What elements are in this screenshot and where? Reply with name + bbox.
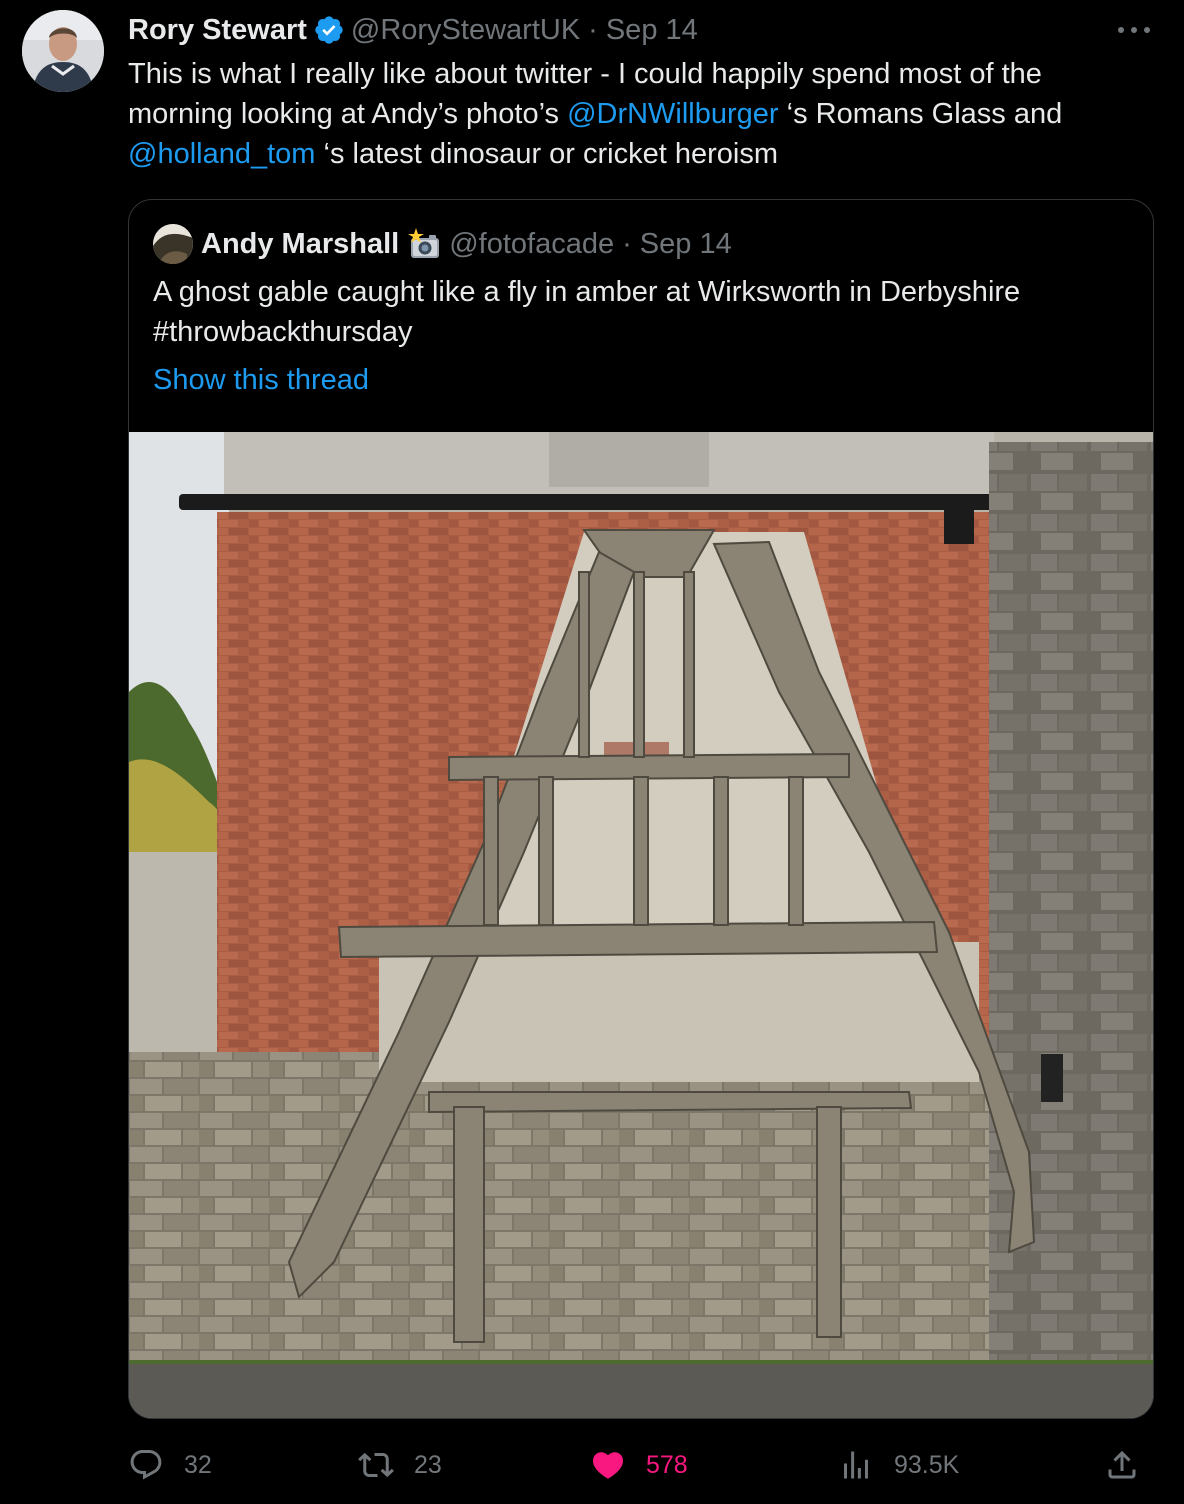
quoted-tweet-photo[interactable] xyxy=(129,432,1153,1418)
more-dot xyxy=(1118,27,1124,33)
tweet-text-part: ‘s latest dinosaur or cricket heroism xyxy=(315,138,779,170)
tweet-timestamp[interactable]: Sep 14 xyxy=(606,14,698,47)
quoted-header-separator: · xyxy=(622,227,632,260)
views-icon xyxy=(844,1451,868,1479)
verified-badge-icon[interactable] xyxy=(313,14,345,46)
views-count: 93.5K xyxy=(894,1450,960,1479)
quoted-author-name[interactable]: Andy Marshall xyxy=(201,228,399,261)
timber-gable-photo xyxy=(129,432,1153,1418)
quoted-hashtag: #throwbackthursday xyxy=(153,316,413,348)
quoted-tweet-header: Andy Marshall @fotofacade · Sep 14 xyxy=(153,224,732,264)
like-button[interactable]: 578 xyxy=(590,1440,688,1490)
mention-link[interactable]: @DrNWillburger xyxy=(567,98,779,130)
author-avatar-image xyxy=(22,10,104,92)
author-avatar[interactable] xyxy=(22,10,104,92)
author-name[interactable]: Rory Stewart xyxy=(128,14,307,47)
more-options-icon[interactable] xyxy=(1114,18,1154,42)
quoted-avatar-image xyxy=(153,224,193,264)
more-dot xyxy=(1131,27,1137,33)
reply-icon xyxy=(130,1450,162,1480)
more-dot xyxy=(1144,27,1150,33)
heart-icon xyxy=(592,1452,624,1479)
quoted-author-avatar[interactable] xyxy=(153,224,193,264)
tweet-actions: 32 23 578 93.5K xyxy=(128,1440,1158,1490)
mention-link[interactable]: @holland_tom xyxy=(128,138,315,170)
quoted-tweet[interactable]: Andy Marshall @fotofacade · Sep 14 A gho… xyxy=(128,199,1154,1419)
show-this-thread-link[interactable]: Show this thread xyxy=(153,360,369,400)
tweet-header: Rory Stewart @RoryStewartUK · Sep 14 xyxy=(128,12,698,48)
retweet-count: 23 xyxy=(414,1450,442,1479)
tweet-text-part: ‘s Romans Glass and xyxy=(778,98,1063,130)
quoted-timestamp[interactable]: Sep 14 xyxy=(640,228,732,261)
camera-flash-icon xyxy=(408,228,440,258)
retweet-icon xyxy=(358,1452,394,1478)
tweet-text: This is what I really like about twitter… xyxy=(128,54,1138,174)
tweet[interactable]: Rory Stewart @RoryStewartUK · Sep 14 Thi… xyxy=(0,0,1184,1504)
quoted-text-line: A ghost gable caught like a fly in amber… xyxy=(153,276,1021,308)
retweet-button[interactable]: 23 xyxy=(358,1440,442,1490)
quoted-tweet-text: A ghost gable caught like a fly in amber… xyxy=(153,272,1123,352)
like-count: 578 xyxy=(646,1450,688,1479)
reply-count: 32 xyxy=(184,1450,212,1479)
author-handle[interactable]: @RoryStewartUK xyxy=(351,14,580,47)
header-separator: · xyxy=(588,13,598,46)
share-icon xyxy=(1108,1450,1136,1479)
reply-button[interactable]: 32 xyxy=(128,1440,212,1490)
share-button[interactable] xyxy=(1104,1440,1140,1490)
quoted-author-handle[interactable]: @fotofacade xyxy=(449,228,614,261)
views-button[interactable]: 93.5K xyxy=(838,1440,959,1490)
